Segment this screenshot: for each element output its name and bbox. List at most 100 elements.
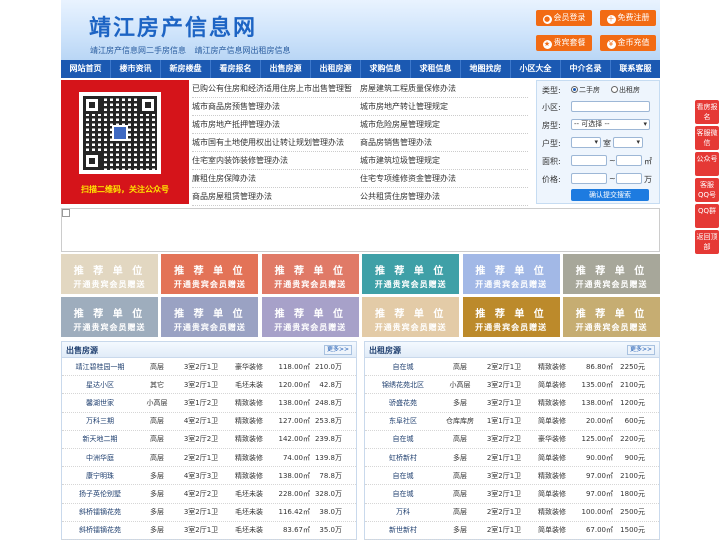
table-row[interactable]: 靖江碧桂园一期 高层 3室2厅1卫 豪华装修 118.00㎡ 210.0万 — [62, 358, 356, 377]
price-min-input[interactable] — [571, 173, 607, 184]
room-select[interactable]: ▾ — [571, 137, 601, 148]
community-name[interactable]: 扬子英伦别墅 — [62, 489, 138, 499]
nav-new-homes[interactable]: 新房楼盘 — [161, 60, 211, 78]
community-name[interactable]: 馨湖世家 — [62, 398, 138, 408]
table-row[interactable]: 万科 高层 2室2厅1卫 精致装修 100.00㎡ 2500元 — [365, 504, 659, 522]
table-row[interactable]: 星达小区 其它 3室2厅1卫 毛坯未装 120.00㎡ 42.8万 — [62, 376, 356, 395]
community-name[interactable]: 自在城 — [365, 489, 441, 499]
nav-viewing-signup[interactable]: 看房报名 — [211, 60, 261, 78]
table-row[interactable]: 中洲华庭 高层 2室2厅1卫 精致装修 74.00㎡ 139.8万 — [62, 449, 356, 468]
policy-link[interactable]: 廉租住房保障办法 — [192, 170, 360, 187]
more-button[interactable]: 更多>> — [323, 345, 352, 355]
recommended-unit-ad[interactable]: 推 荐 单 位开通贵宾会员赠送 — [61, 254, 158, 294]
sale-info-link[interactable]: 靖江房产信息网二手房信息 — [90, 46, 186, 55]
back-to-top-tab[interactable]: 返回顶部 — [695, 230, 719, 254]
area-min-input[interactable] — [571, 155, 607, 166]
table-row[interactable]: 馨湖世家 小高层 3室1厅2卫 精致装修 138.00㎡ 248.8万 — [62, 394, 356, 413]
table-row[interactable]: 斜桥镭镝花苑 多层 3室2厅1卫 毛坯未装 83.67㎡ 35.0万 — [62, 522, 356, 540]
table-row[interactable]: 锦绣花苑北区 小高层 3室2厅1卫 简单装修 135.00㎡ 2100元 — [365, 376, 659, 395]
policy-link[interactable]: 商品房销售管理办法 — [360, 134, 528, 151]
community-name[interactable]: 锦绣花苑北区 — [365, 380, 441, 390]
support-qq-tab[interactable]: 客服QQ号 — [695, 178, 719, 202]
hall-select[interactable]: ▾ — [613, 137, 643, 148]
nav-want-rent[interactable]: 求租信息 — [411, 60, 461, 78]
policy-link[interactable]: 住宅专项维修资金管理办法 — [360, 170, 528, 187]
price-max-input[interactable] — [616, 173, 642, 184]
recommended-unit-ad[interactable]: 推 荐 单 位开通贵宾会员赠送 — [161, 254, 259, 294]
community-name[interactable]: 靖江碧桂园一期 — [62, 362, 138, 372]
table-row[interactable]: 自在城 高层 3室2厅1卫 精致装修 97.00㎡ 2100元 — [365, 467, 659, 486]
table-row[interactable]: 自在城 高层 2室2厅1卫 精致装修 86.80㎡ 2250元 — [365, 358, 659, 377]
sale-radio[interactable]: 二手房 — [571, 85, 600, 95]
area-max-input[interactable] — [616, 155, 642, 166]
policy-link[interactable]: 城市商品房预售管理办法 — [192, 98, 360, 115]
policy-link[interactable]: 城市危险房屋管理规定 — [360, 116, 528, 133]
table-row[interactable]: 扬子英伦别墅 多层 4室2厅2卫 毛坯未装 228.00㎡ 328.0万 — [62, 485, 356, 504]
table-row[interactable]: 新世新村 多层 2室1厅1卫 简单装修 67.00㎡ 1500元 — [365, 522, 659, 540]
recommended-unit-ad[interactable]: 推 荐 单 位开通贵宾会员赠送 — [462, 254, 560, 294]
community-name[interactable]: 新天地二期 — [62, 434, 138, 444]
policy-link[interactable]: 城市房地产抵押管理办法 — [192, 116, 360, 133]
policy-link[interactable]: 已购公有住房和经济适用住房上市出售管理暂 — [192, 80, 360, 97]
community-name[interactable]: 万科三期 — [62, 416, 138, 426]
recommended-unit-ad[interactable]: 推 荐 单 位开通贵宾会员赠送 — [261, 297, 359, 337]
nav-for-rent[interactable]: 出租房源 — [311, 60, 361, 78]
recommended-unit-ad[interactable]: 推 荐 单 位开通贵宾会员赠送 — [362, 297, 460, 337]
policy-link[interactable]: 商品房屋租赁管理办法 — [192, 188, 360, 205]
table-row[interactable]: 自在城 高层 3室2厅1卫 简单装修 97.00㎡ 1800元 — [365, 485, 659, 504]
community-name[interactable]: 斜桥镭镝花苑 — [62, 507, 138, 517]
recommended-unit-ad[interactable]: 推 荐 单 位开通贵宾会员赠送 — [563, 254, 660, 294]
nav-map[interactable]: 地图找房 — [461, 60, 511, 78]
vip-package-button[interactable]: ★ 贵宾套餐 — [536, 35, 592, 51]
policy-link[interactable]: 城市建筑垃圾管理规定 — [360, 152, 528, 169]
policy-link[interactable]: 城市房地产转让管理规定 — [360, 98, 528, 115]
recommended-unit-ad[interactable]: 推 荐 单 位开通贵宾会员赠送 — [161, 297, 259, 337]
recommended-unit-ad[interactable]: 推 荐 单 位开通贵宾会员赠送 — [61, 297, 158, 337]
nav-home[interactable]: 网站首页 — [61, 60, 111, 78]
recommended-unit-ad[interactable]: 推 荐 单 位开通贵宾会员赠送 — [462, 297, 560, 337]
viewing-signup-tab[interactable]: 看房报名 — [695, 100, 719, 124]
table-row[interactable]: 斜桥镭镝花苑 多层 3室2厅1卫 毛坯未装 116.42㎡ 38.0万 — [62, 504, 356, 522]
community-name[interactable]: 万科 — [365, 507, 441, 517]
nav-want-buy[interactable]: 求购信息 — [361, 60, 411, 78]
support-wechat-tab[interactable]: 客服微信 — [695, 126, 719, 150]
community-name[interactable]: 斜桥镭镝花苑 — [62, 525, 138, 535]
site-title[interactable]: 靖江房产信息网 — [89, 10, 257, 42]
table-row[interactable]: 万科三期 高层 4室2厅1卫 精致装修 127.00㎡ 253.8万 — [62, 413, 356, 431]
recommended-unit-ad[interactable]: 推 荐 单 位开通贵宾会员赠送 — [261, 254, 359, 294]
community-name[interactable]: 骄盛花苑 — [365, 398, 441, 408]
nav-agents[interactable]: 中介名录 — [561, 60, 611, 78]
community-name[interactable]: 中洲华庭 — [62, 453, 138, 463]
register-button[interactable]: ＋免费注册 — [600, 10, 656, 26]
banner-image[interactable] — [61, 208, 660, 252]
community-input[interactable] — [571, 101, 650, 112]
table-row[interactable]: 新天地二期 高层 3室2厅2卫 精致装修 142.00㎡ 239.8万 — [62, 431, 356, 449]
community-name[interactable]: 星达小区 — [62, 380, 138, 390]
policy-link[interactable]: 住宅室内装饰装修管理办法 — [192, 152, 360, 169]
community-name[interactable]: 自在城 — [365, 362, 441, 372]
table-row[interactable]: 东阜社区 仓库库房 1室1厅1卫 简单装修 20.00㎡ 600元 — [365, 413, 659, 431]
nav-for-sale[interactable]: 出售房源 — [261, 60, 311, 78]
table-row[interactable]: 自在城 高层 3室2厅2卫 豪华装修 125.00㎡ 2200元 — [365, 431, 659, 449]
coin-recharge-button[interactable]: ¥ 金币充值 — [600, 35, 656, 51]
rent-radio[interactable]: 出租房 — [611, 85, 640, 95]
community-name[interactable]: 新世新村 — [365, 525, 441, 535]
official-account-tab[interactable]: 公众号 — [695, 152, 719, 176]
community-name[interactable]: 虹桥新村 — [365, 453, 441, 463]
more-button[interactable]: 更多>> — [626, 345, 655, 355]
recommended-unit-ad[interactable]: 推 荐 单 位开通贵宾会员赠送 — [563, 297, 660, 337]
table-row[interactable]: 康宁明珠 多层 4室3厅3卫 精致装修 138.00㎡ 78.8万 — [62, 467, 356, 486]
nav-news[interactable]: 楼市资讯 — [111, 60, 161, 78]
nav-communities[interactable]: 小区大全 — [511, 60, 561, 78]
policy-link[interactable]: 城市国有土地使用权出让转让规划管理办法 — [192, 134, 360, 151]
table-row[interactable]: 虹桥新村 多层 2室1厅1卫 简单装修 90.00㎡ 900元 — [365, 449, 659, 468]
nav-support[interactable]: 联系客服 — [611, 60, 660, 78]
policy-link[interactable]: 房屋建筑工程质量保修办法 — [360, 80, 528, 97]
recommended-unit-ad[interactable]: 推 荐 单 位开通贵宾会员赠送 — [362, 254, 460, 294]
table-row[interactable]: 骄盛花苑 多层 3室2厅1卫 精致装修 138.00㎡ 1200元 — [365, 394, 659, 413]
community-name[interactable]: 自在城 — [365, 471, 441, 481]
community-name[interactable]: 自在城 — [365, 434, 441, 444]
house-type-select[interactable]: -- 可选择 -- ▾ — [571, 119, 650, 130]
qq-group-tab[interactable]: QQ群 — [695, 204, 719, 228]
login-button[interactable]: ● 会员登录 — [536, 10, 592, 26]
